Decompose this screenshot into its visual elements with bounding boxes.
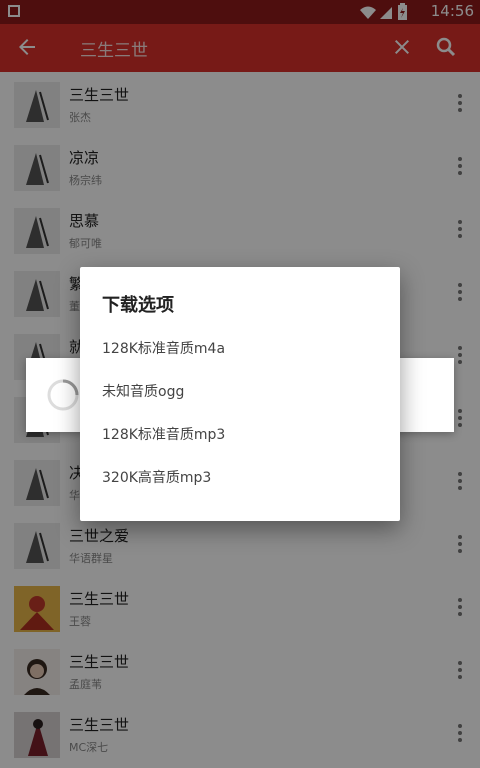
download-option[interactable]: 128K标准音质mp3: [102, 415, 382, 455]
download-option[interactable]: 未知音质ogg: [102, 372, 382, 412]
download-option[interactable]: 128K标准音质m4a: [102, 329, 382, 369]
download-options-dialog: 下载选项 128K标准音质m4a 未知音质ogg 128K标准音质mp3 320…: [80, 267, 400, 521]
loading-spinner-icon: [47, 379, 79, 411]
download-option[interactable]: 320K高音质mp3: [102, 458, 382, 498]
dialog-title: 下载选项: [102, 295, 174, 316]
